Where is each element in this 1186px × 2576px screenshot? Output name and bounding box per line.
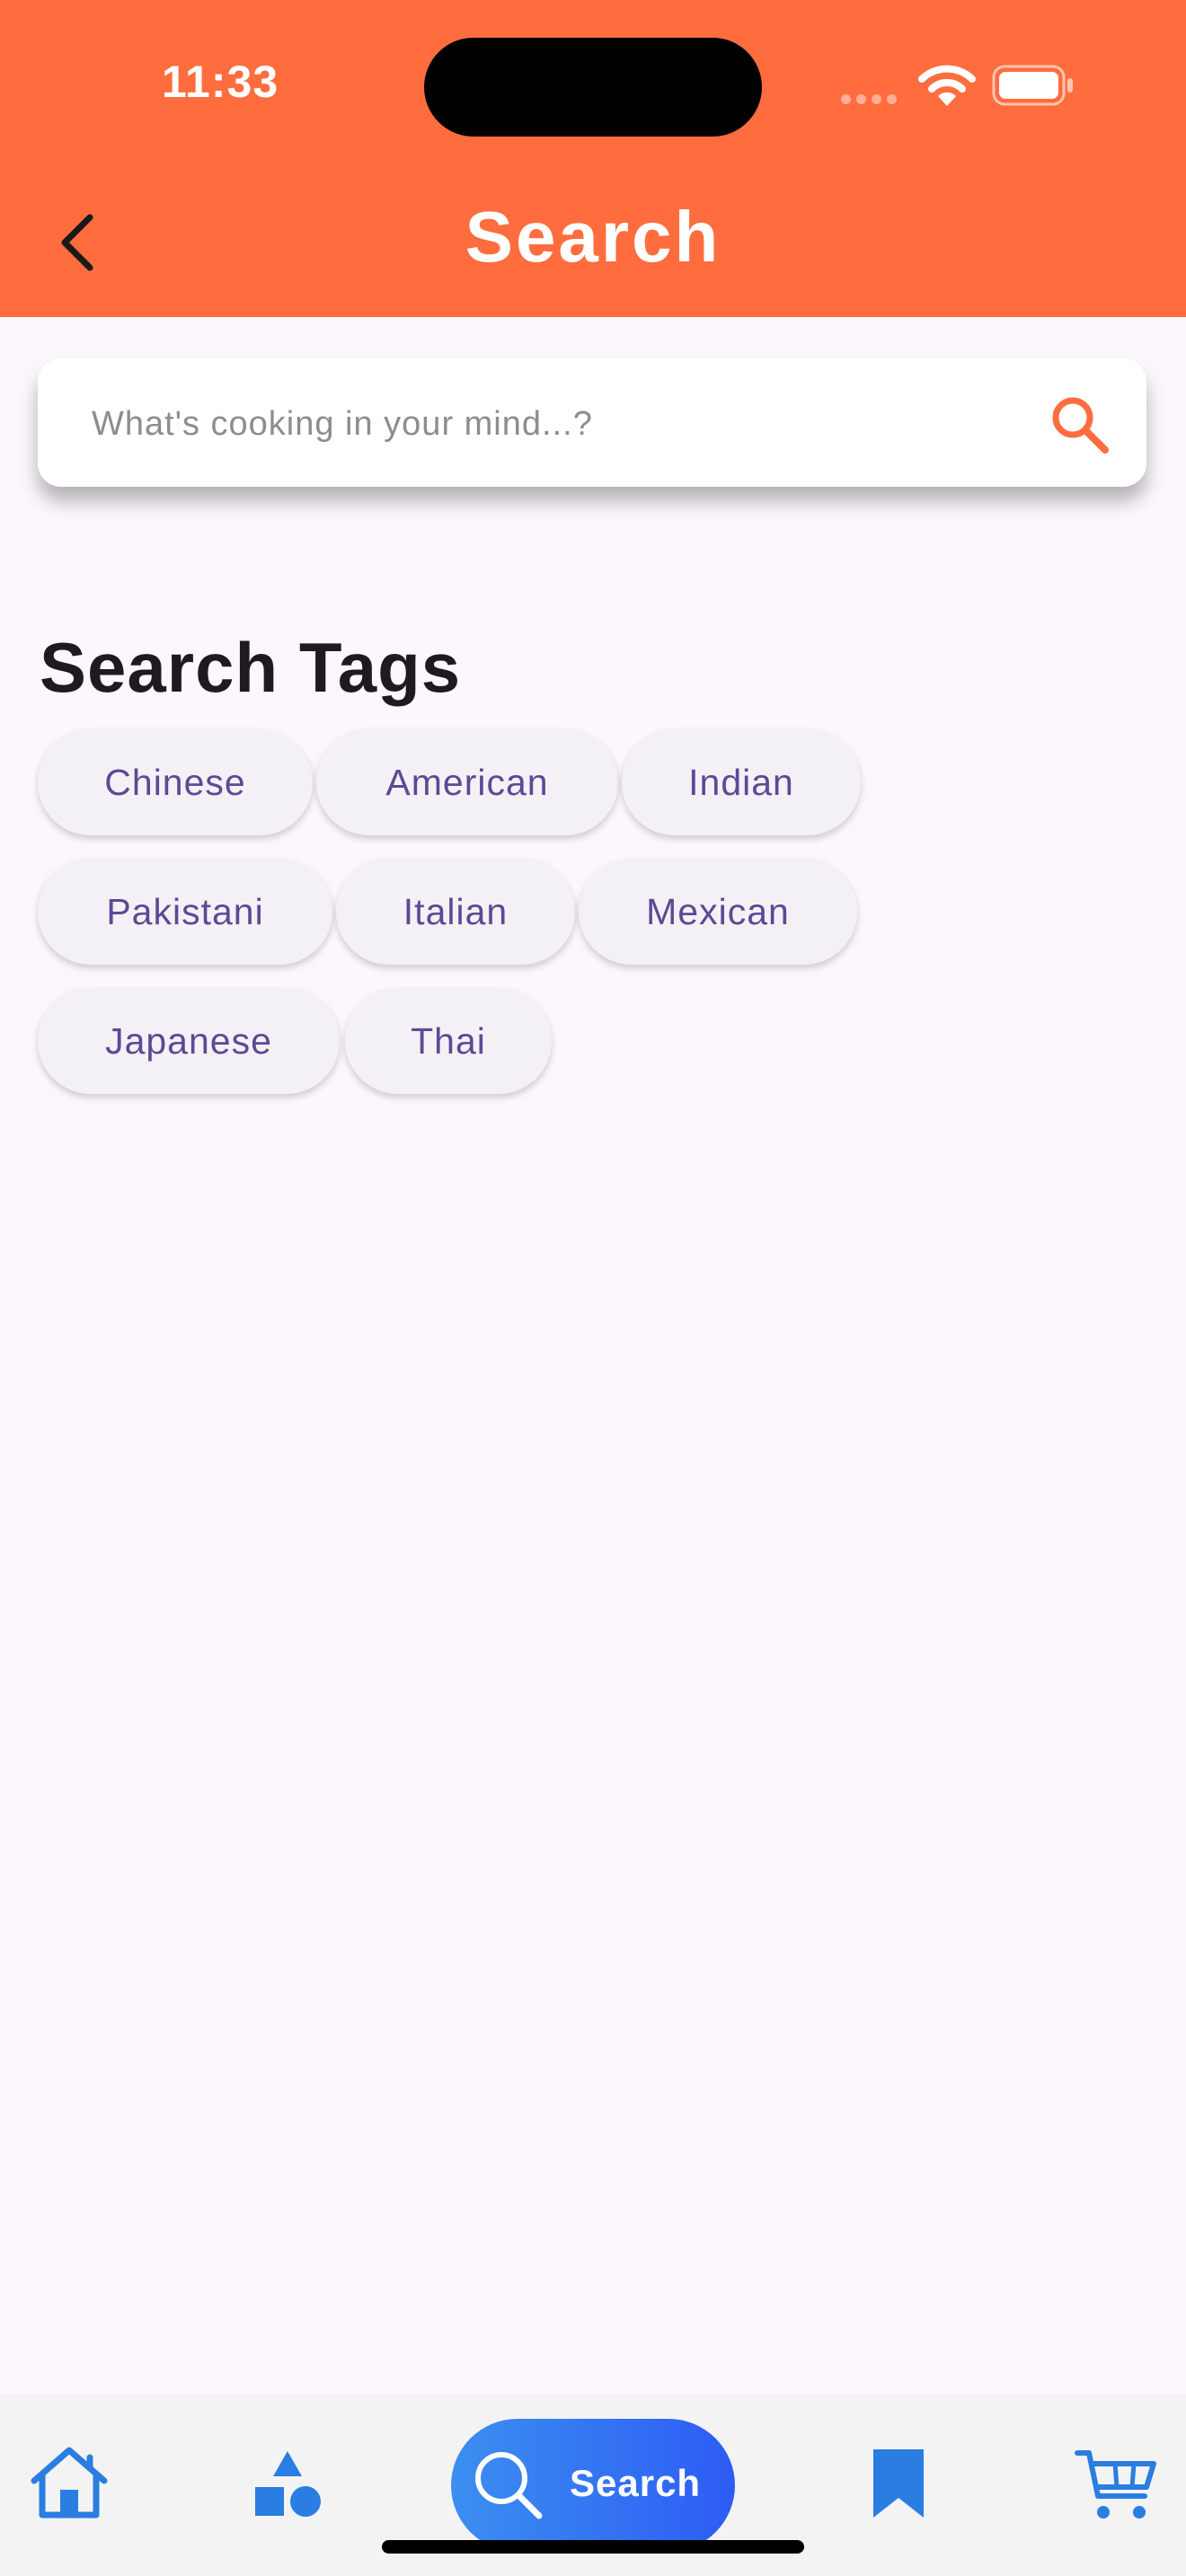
search-tags-title: Search Tags <box>40 628 462 707</box>
tag-chip-chinese[interactable]: Chinese <box>38 729 313 835</box>
categories-icon[interactable] <box>253 2448 322 2519</box>
search-placeholder: What's cooking in your mind...? <box>92 405 593 443</box>
search-icon[interactable] <box>1048 393 1112 457</box>
tag-chip-pakistani[interactable]: Pakistani <box>38 859 332 965</box>
signal-icon <box>841 93 902 109</box>
tag-chip-japanese[interactable]: Japanese <box>38 988 340 1094</box>
home-indicator <box>382 2540 804 2554</box>
tag-chip-american[interactable]: American <box>316 729 618 835</box>
status-time: 11:33 <box>162 57 279 107</box>
tag-chip-italian[interactable]: Italian <box>336 859 575 965</box>
wifi-icon <box>918 65 976 106</box>
search-icon <box>475 2452 543 2519</box>
cart-icon[interactable] <box>1075 2448 1157 2523</box>
search-input[interactable]: What's cooking in your mind...? <box>38 358 1146 487</box>
nav-search-button[interactable]: Search <box>451 2419 735 2552</box>
tag-chip-thai[interactable]: Thai <box>345 988 552 1094</box>
dynamic-island <box>424 38 762 137</box>
nav-search-label: Search <box>570 2462 702 2504</box>
app-header: 11:33 Search <box>0 0 1186 317</box>
tag-chip-indian[interactable]: Indian <box>622 729 861 835</box>
battery-icon <box>992 65 1073 106</box>
home-icon[interactable] <box>29 2445 110 2520</box>
page-title: Search <box>465 197 721 277</box>
tag-chip-mexican[interactable]: Mexican <box>579 859 857 965</box>
bookmark-icon[interactable] <box>870 2446 927 2521</box>
